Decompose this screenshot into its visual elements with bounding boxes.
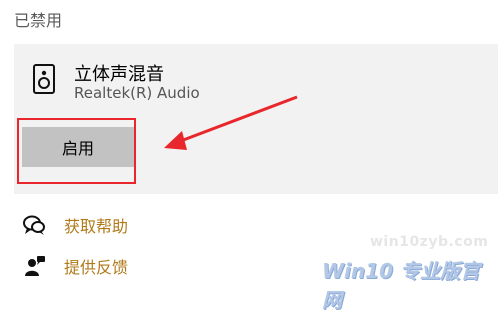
help-link-label[interactable]: 获取帮助 xyxy=(64,213,128,237)
help-link[interactable]: 获取帮助 xyxy=(22,213,128,237)
feedback-link-label[interactable]: 提供反馈 xyxy=(64,254,128,278)
watermark-brand: Win10 专业版官网 xyxy=(322,259,480,312)
help-chat-icon xyxy=(23,215,45,235)
feedback-link[interactable]: 提供反馈 xyxy=(22,254,128,278)
watermark-url: win10zyb.com xyxy=(370,234,489,250)
feedback-person-icon xyxy=(25,256,45,276)
